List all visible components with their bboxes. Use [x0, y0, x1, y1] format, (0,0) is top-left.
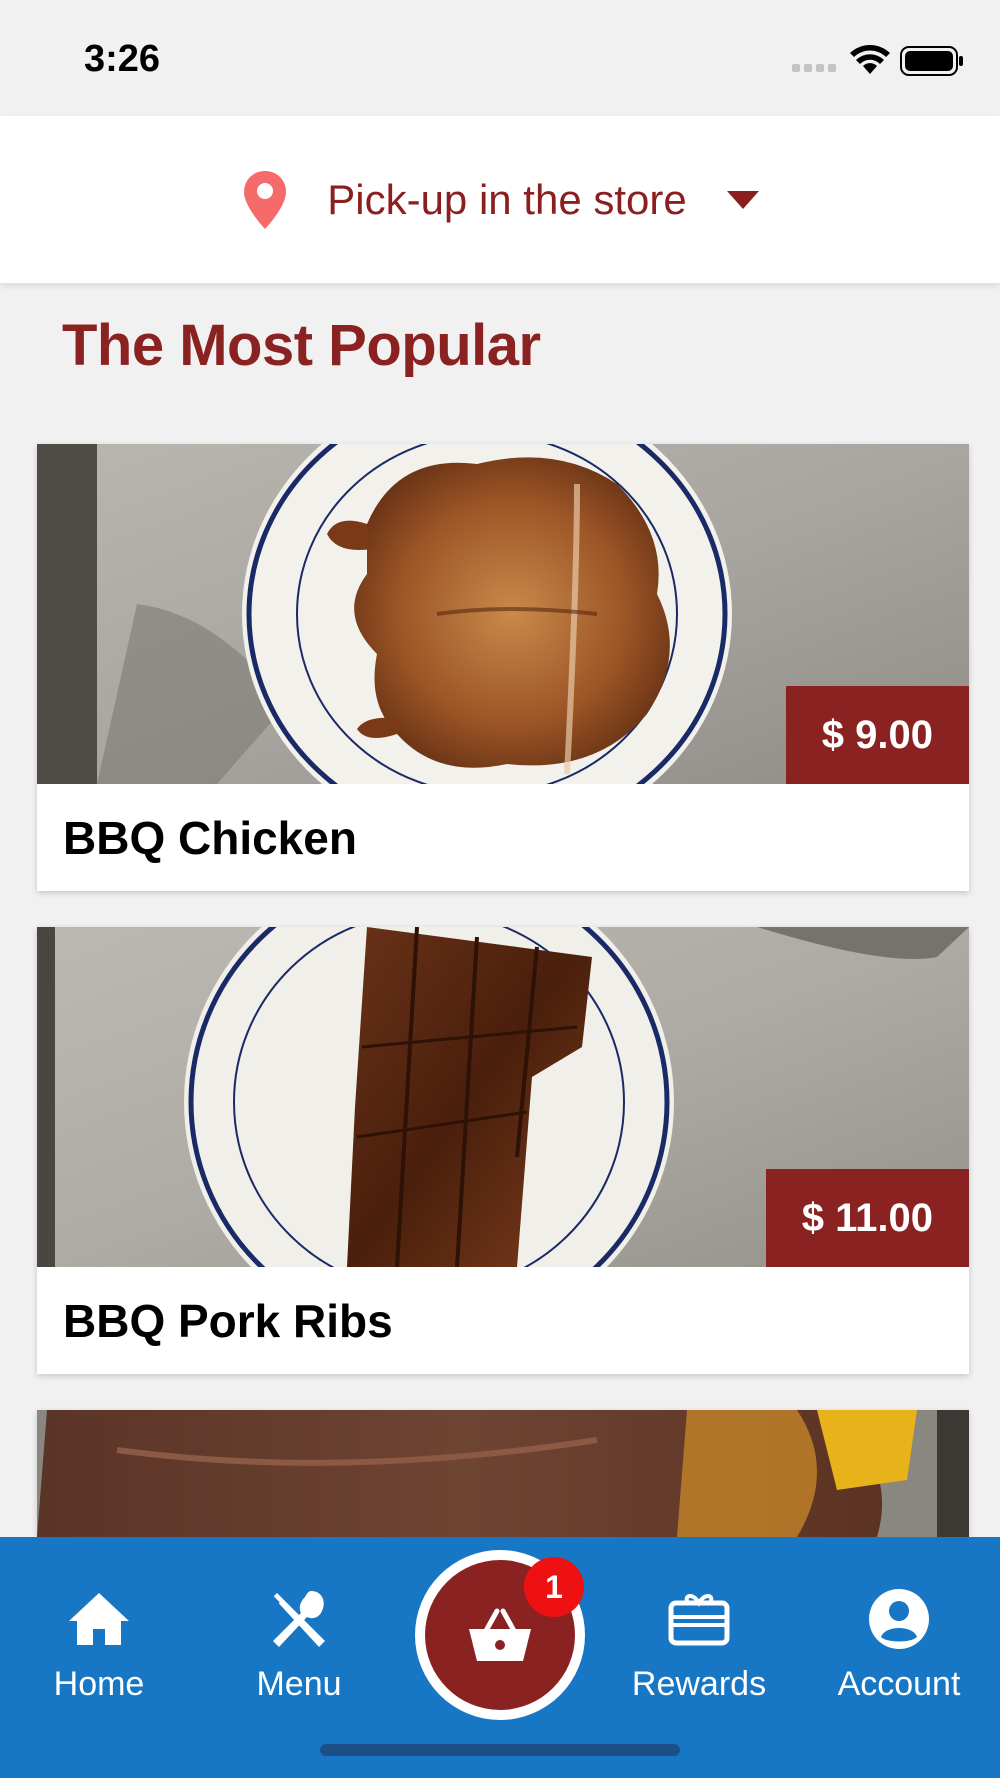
home-indicator[interactable] [320, 1744, 680, 1756]
location-pin-icon [244, 170, 287, 229]
food-photo: $ 9.00 [37, 444, 969, 784]
tab-account-label: Account [837, 1665, 961, 1703]
tab-menu-label: Menu [256, 1665, 342, 1703]
tab-rewards[interactable]: Rewards [614, 1587, 784, 1704]
section-title: The Most Popular [62, 313, 541, 378]
pickup-location-label: Pick-up in the store [327, 175, 687, 223]
caret-down-icon [726, 190, 759, 209]
menu-item-name: BBQ Pork Ribs [63, 1294, 393, 1347]
status-time: 3:26 [84, 38, 161, 80]
utensils-icon [270, 1590, 325, 1647]
food-photo [37, 1410, 969, 1537]
tab-menu[interactable]: Menu [214, 1587, 384, 1704]
menu-item-card[interactable] [37, 1410, 969, 1537]
tab-rewards-label: Rewards [631, 1665, 767, 1703]
gift-card-icon [668, 1594, 730, 1646]
wifi-icon [850, 45, 890, 74]
status-bar: 3:26 [0, 0, 1000, 116]
price-badge: $ 11.00 [765, 1169, 969, 1267]
cart-count-badge: 1 [524, 1557, 584, 1617]
tab-account[interactable]: Account [814, 1587, 984, 1704]
bottom-tab-bar: Home Menu 1 Rewards Account [0, 1537, 1000, 1778]
food-photo: $ 11.00 [37, 927, 969, 1267]
account-icon [869, 1589, 929, 1649]
tab-home[interactable]: Home [14, 1587, 184, 1704]
battery-icon [900, 46, 963, 76]
basket-icon [469, 1608, 531, 1661]
home-icon [69, 1593, 129, 1645]
pickup-location-selector[interactable]: Pick-up in the store [0, 116, 1000, 284]
tab-home-label: Home [53, 1665, 145, 1703]
price-badge: $ 9.00 [785, 686, 969, 784]
menu-item-card[interactable]: $ 9.00 BBQ Chicken [37, 444, 969, 891]
cellular-signal-icon [792, 64, 838, 74]
menu-item-name: BBQ Chicken [63, 811, 357, 864]
menu-item-card[interactable]: $ 11.00 BBQ Pork Ribs [37, 927, 969, 1374]
